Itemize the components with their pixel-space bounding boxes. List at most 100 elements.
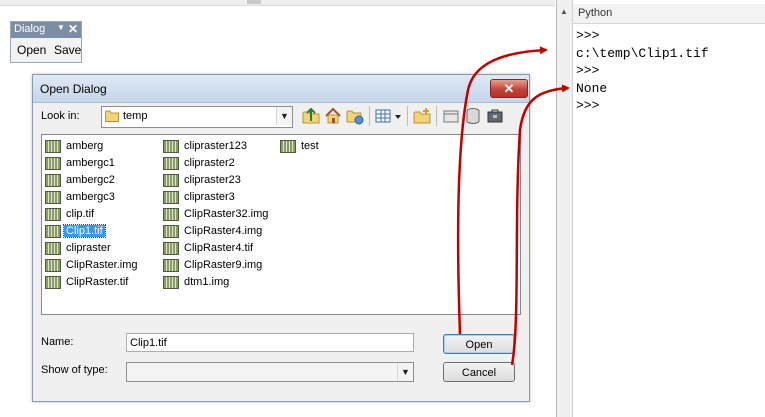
file-name: clipraster2 <box>184 157 235 169</box>
chevron-down-icon[interactable]: ▼ <box>397 363 413 381</box>
raster-icon <box>45 140 61 153</box>
scrollbar[interactable]: ▲ <box>557 0 573 417</box>
file-column-2: clipraster123 clipraster2 clipraster23 clip… <box>163 138 270 291</box>
file-name: amberg <box>66 140 104 152</box>
file-name: dtm1.img <box>184 276 230 288</box>
python-window-title: Python <box>578 7 613 19</box>
file-item[interactable]: clipraster2 <box>163 155 270 172</box>
file-item[interactable]: test <box>280 138 321 155</box>
raster-icon <box>163 157 179 170</box>
python-window-header: Python <box>573 4 765 24</box>
file-column-1: amberg ambergc1 ambergc2 ambergc3 clip.tif Cl… <box>45 138 140 291</box>
file-name: ClipRaster.tif <box>66 276 129 288</box>
python-console[interactable]: >>> c:\temp\Clip1.tif >>> None >>> <box>576 27 709 115</box>
raster-icon <box>163 140 179 153</box>
toolbar-titlebar[interactable]: Dialog ▼ ✕ <box>11 22 81 38</box>
file-item[interactable]: ClipRaster4.tif <box>163 240 270 257</box>
file-item[interactable]: Clip1.tif <box>45 223 140 240</box>
raster-icon <box>45 259 61 272</box>
file-name: clipraster123 <box>184 140 247 152</box>
connect-folder-icon[interactable] <box>345 106 365 126</box>
close-icon[interactable]: ✕ <box>68 22 78 36</box>
toolbar-separator <box>436 106 437 126</box>
raster-icon <box>45 276 61 289</box>
console-line: >>> <box>576 98 600 113</box>
file-item[interactable]: clipraster3 <box>163 189 270 206</box>
raster-icon <box>163 191 179 204</box>
raster-icon <box>163 208 179 221</box>
file-item[interactable]: clipraster <box>45 240 140 257</box>
raster-icon <box>45 242 61 255</box>
dialog-title: Open Dialog <box>40 82 107 96</box>
raster-icon <box>163 259 179 272</box>
raster-icon <box>45 208 61 221</box>
console-line: >>> <box>576 63 600 78</box>
close-icon: ✕ <box>503 81 515 96</box>
raster-icon <box>280 140 296 153</box>
file-item[interactable]: ambergc2 <box>45 172 140 189</box>
raster-icon <box>163 225 179 238</box>
file-list[interactable]: amberg ambergc1 ambergc2 ambergc3 clip.tif Cl… <box>41 134 521 315</box>
home-icon[interactable] <box>323 106 343 126</box>
toolbox-icon[interactable] <box>485 106 505 126</box>
file-name: clipraster3 <box>184 191 235 203</box>
database-icon[interactable] <box>463 106 483 126</box>
type-label: Show of type: <box>41 364 108 376</box>
console-line: c:\temp\Clip1.tif <box>576 45 709 61</box>
raster-icon <box>163 174 179 187</box>
look-in-select[interactable]: temp ▼ <box>101 106 293 128</box>
dialog-close-button[interactable]: ✕ <box>490 79 528 98</box>
file-item[interactable]: ClipRaster.tif <box>45 274 140 291</box>
file-item[interactable]: ClipRaster9.img <box>163 257 270 274</box>
toolbar-separator <box>407 106 408 126</box>
type-select[interactable]: ▼ <box>126 362 414 382</box>
open-button[interactable]: Open <box>443 334 515 354</box>
file-item[interactable]: dtm1.img <box>163 274 270 291</box>
chevron-down-icon[interactable]: ▼ <box>276 107 292 125</box>
cancel-button[interactable]: Cancel <box>443 362 515 382</box>
raster-icon <box>163 276 179 289</box>
file-name: ClipRaster32.img <box>184 208 269 220</box>
toolbar-open-button[interactable]: Open <box>17 43 46 57</box>
file-column-3: test <box>280 138 321 155</box>
catalog-icon[interactable] <box>441 106 461 126</box>
dropdown-arrow-icon[interactable]: ▼ <box>57 23 65 32</box>
file-name: ClipRaster4.img <box>184 225 263 237</box>
file-item[interactable]: ambergc1 <box>45 155 140 172</box>
file-name: clipraster23 <box>184 174 241 186</box>
file-item[interactable]: clipraster123 <box>163 138 270 155</box>
raster-icon <box>45 174 61 187</box>
console-line: >>> <box>576 28 600 43</box>
file-name: test <box>301 140 319 152</box>
file-item[interactable]: amberg <box>45 138 140 155</box>
toolbar-save-button[interactable]: Save <box>54 43 81 57</box>
file-item[interactable]: ClipRaster.img <box>45 257 140 274</box>
scroll-up-icon[interactable]: ▲ <box>560 7 568 16</box>
open-dialog: Open Dialog ✕ Look in: temp ▼ amberg amb… <box>32 74 530 402</box>
file-item[interactable]: clipraster23 <box>163 172 270 189</box>
console-line: None <box>576 80 608 96</box>
dialog-toolbar: Dialog ▼ ✕ Open Save <box>10 21 82 63</box>
look-in-label: Look in: <box>41 110 80 122</box>
map-workspace: Dialog ▼ ✕ Open Save Open Dialog ✕ Look … <box>0 0 555 417</box>
file-item[interactable]: ambergc3 <box>45 189 140 206</box>
file-name: Clip1.tif <box>63 224 106 238</box>
file-item[interactable]: ClipRaster4.img <box>163 223 270 240</box>
name-input[interactable]: Clip1.tif <box>126 333 414 352</box>
look-in-value: temp <box>123 110 148 122</box>
toolbar-separator <box>369 106 370 126</box>
file-item[interactable]: ClipRaster32.img <box>163 206 270 223</box>
raster-icon <box>163 242 179 255</box>
dialog-titlebar[interactable]: Open Dialog ✕ <box>33 75 529 103</box>
file-name: ambergc3 <box>66 191 115 203</box>
up-folder-icon[interactable] <box>301 106 321 126</box>
name-label: Name: <box>41 336 74 348</box>
file-item[interactable]: clip.tif <box>45 206 140 223</box>
top-edge-strip <box>0 0 555 6</box>
new-folder-icon[interactable] <box>412 106 432 126</box>
raster-icon <box>45 191 61 204</box>
file-name: ambergc2 <box>66 174 115 186</box>
view-menu-icon[interactable] <box>374 106 404 126</box>
file-name: ClipRaster9.img <box>184 259 263 271</box>
file-name: ambergc1 <box>66 157 115 169</box>
